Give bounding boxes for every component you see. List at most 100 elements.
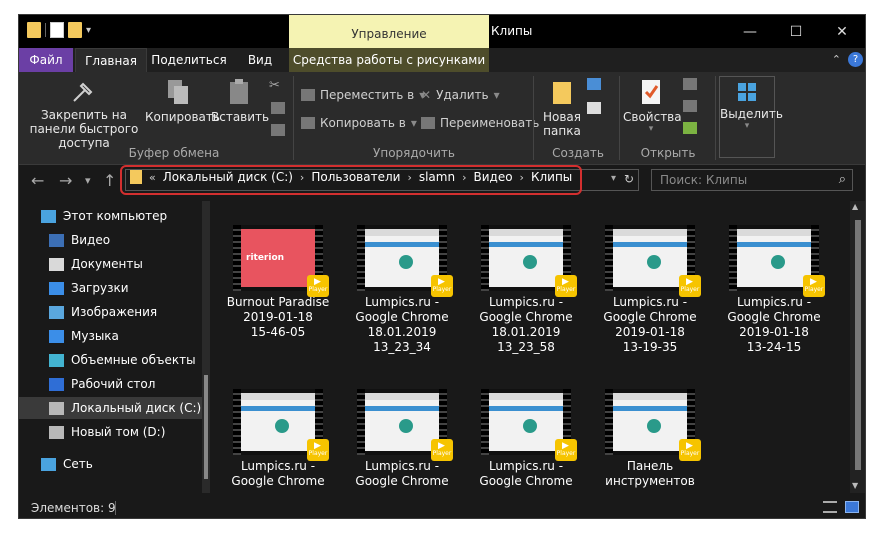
file-item[interactable]: PlayerLumpics.ru -Google Chrome <box>467 389 585 489</box>
details-view-icon[interactable] <box>823 501 837 513</box>
crumb-local-disk[interactable]: Локальный диск (C:) <box>163 170 293 184</box>
thumbnail-frame <box>489 393 563 451</box>
film-strip <box>605 225 613 291</box>
tab-share[interactable]: Поделиться <box>149 48 229 72</box>
folder-icon[interactable] <box>27 22 41 38</box>
back-arrow-icon[interactable]: ← <box>31 171 44 190</box>
up-arrow-icon[interactable]: ↑ <box>103 171 116 190</box>
file-name-line: Lumpics.ru - <box>736 295 812 309</box>
close-button[interactable]: ✕ <box>819 15 865 48</box>
move-to-button[interactable]: Переместить в ▾ <box>301 88 425 102</box>
tab-file[interactable]: Файл <box>19 48 73 72</box>
drive-icon <box>49 425 64 439</box>
select-button[interactable]: Выделить ▾ <box>719 76 783 158</box>
thumbnail-graphic <box>737 242 811 247</box>
window-title: Клипы <box>491 24 533 38</box>
crumb-clips[interactable]: Клипы <box>531 170 572 184</box>
search-box[interactable]: Поиск: Клипы ⌕ <box>651 169 853 191</box>
sidebar-item[interactable]: Этот компьютер <box>19 205 209 227</box>
history-icon[interactable] <box>683 122 697 137</box>
tab-view[interactable]: Вид <box>233 48 287 72</box>
properties-button[interactable]: Свойства ▾ <box>623 78 682 134</box>
overflow-chevron[interactable]: « <box>149 171 156 184</box>
sidebar-item[interactable]: Документы <box>19 253 209 275</box>
file-item[interactable]: PlayerLumpics.ru -Google Chrome <box>219 389 337 489</box>
sidebar-item[interactable]: Объемные объекты <box>19 349 209 371</box>
crumb-user[interactable]: slamn <box>419 170 455 184</box>
desktop-icon <box>49 377 64 391</box>
divider <box>293 76 294 160</box>
new-folder-icon[interactable] <box>68 22 82 38</box>
refresh-icon[interactable]: ↻ <box>624 172 634 186</box>
open-icon[interactable] <box>683 78 697 93</box>
sidebar-item[interactable]: Музыка <box>19 325 209 347</box>
file-item[interactable]: PlayerLumpics.ru -Google Chrome18.01.201… <box>343 225 461 355</box>
new-folder-button[interactable]: Новая папка <box>539 78 585 138</box>
chevron-right-icon[interactable]: › <box>300 171 304 184</box>
sidebar-item[interactable]: Изображения <box>19 301 209 323</box>
file-item[interactable]: riterion PlayerBurnout Paradise2019-01-18… <box>219 225 337 340</box>
paste-button[interactable]: Вставить <box>211 78 269 124</box>
thumbnail-graphic <box>613 242 687 247</box>
qat-dropdown-icon[interactable]: ▾ <box>86 25 91 36</box>
music-icon <box>49 329 64 343</box>
scroll-down-icon[interactable]: ▼ <box>852 481 858 490</box>
properties-icon[interactable] <box>50 22 64 38</box>
thumbnail-graphic <box>771 255 785 269</box>
large-icons-view-icon[interactable] <box>845 501 859 513</box>
sidebar-item[interactable]: Сеть <box>19 453 209 475</box>
file-name-line: Google Chrome <box>355 310 449 324</box>
file-item[interactable]: PlayerLumpics.ru -Google Chrome2019-01-1… <box>715 225 833 355</box>
file-view: riterionPlayerBurnout Paradise2019-01-18… <box>215 201 845 493</box>
file-name-line: 18.01.2019 <box>367 325 437 339</box>
cut-icon[interactable]: ✂ <box>269 78 280 93</box>
help-icon[interactable]: ? <box>848 52 863 67</box>
thumbnail-frame: riterion <box>241 229 315 287</box>
thumbnail-graphic <box>647 255 661 269</box>
minimize-button[interactable]: — <box>727 15 773 48</box>
new-item-icon[interactable] <box>587 78 601 93</box>
sidebar-item[interactable]: Загрузки <box>19 277 209 299</box>
crumb-video[interactable]: Видео <box>473 170 512 184</box>
recent-dropdown-icon[interactable]: ▾ <box>85 174 91 187</box>
create-group-label: Создать <box>552 146 604 160</box>
pin-quick-access-button[interactable]: Закрепить на панели быстрого доступа <box>25 78 143 150</box>
sidebar-scroll-thumb[interactable] <box>204 375 208 479</box>
file-item[interactable]: Player Панельинструментов <box>591 389 709 489</box>
collapse-ribbon-icon[interactable]: ⌃ <box>832 53 841 66</box>
file-item[interactable]: PlayerLumpics.ru -Google Chrome <box>343 389 461 489</box>
player-badge-icon: Player <box>679 275 701 297</box>
content-scroll-thumb[interactable] <box>855 220 861 470</box>
paste-shortcut-icon[interactable] <box>271 124 285 139</box>
copy-button[interactable]: Копировать <box>145 78 220 124</box>
tab-home[interactable]: Главная <box>75 48 147 72</box>
copy-to-button[interactable]: Копировать в ▾ <box>301 116 417 130</box>
sidebar-item[interactable]: Новый том (D:) <box>19 421 209 443</box>
address-dropdown-icon[interactable]: ▾ <box>611 173 616 184</box>
thumbnail-graphic <box>523 419 537 433</box>
thumbnail-frame <box>365 393 439 451</box>
crumb-users[interactable]: Пользователи <box>311 170 400 184</box>
search-icon[interactable]: ⌕ <box>839 172 846 187</box>
copy-path-icon[interactable] <box>271 102 285 117</box>
sidebar-item[interactable]: Локальный диск (C:) <box>19 397 209 419</box>
network-icon <box>41 457 56 471</box>
new-folder-icon <box>553 82 571 104</box>
easy-access-icon[interactable] <box>587 102 601 117</box>
tab-picture-tools[interactable]: Средства работы с рисунками <box>289 48 489 72</box>
file-item[interactable]: PlayerLumpics.ru -Google Chrome18.01.201… <box>467 225 585 355</box>
delete-button[interactable]: ✕ Удалить ▾ <box>421 88 500 102</box>
navigation-pane: Этот компьютер Видео Документы Загрузки Изоб… <box>19 201 209 493</box>
sidebar-item[interactable]: Видео <box>19 229 209 251</box>
sidebar-item[interactable]: Рабочий стол <box>19 373 209 395</box>
file-item[interactable]: PlayerLumpics.ru -Google Chrome2019-01-1… <box>591 225 709 355</box>
forward-arrow-icon[interactable]: → <box>59 171 72 190</box>
chevron-right-icon[interactable]: › <box>462 171 466 184</box>
thumbnail-frame <box>613 393 687 451</box>
chevron-right-icon[interactable]: › <box>520 171 524 184</box>
rename-button[interactable]: Переименовать <box>421 116 539 130</box>
scroll-up-icon[interactable]: ▲ <box>852 202 858 211</box>
maximize-button[interactable]: ☐ <box>773 15 819 48</box>
chevron-right-icon[interactable]: › <box>407 171 411 184</box>
edit-icon[interactable] <box>683 100 697 115</box>
